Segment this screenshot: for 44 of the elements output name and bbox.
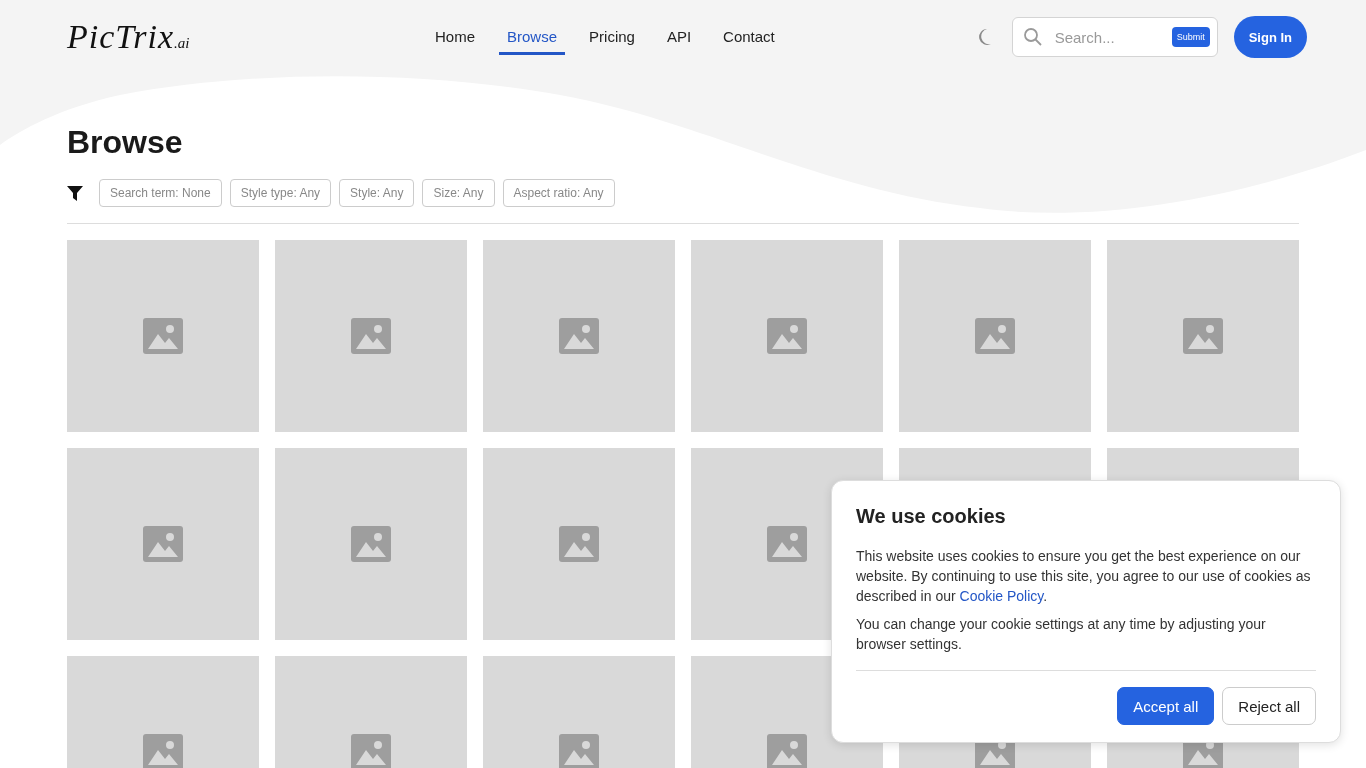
nav-link[interactable]: Home bbox=[427, 19, 483, 55]
filter-chip[interactable]: Style: Any bbox=[339, 179, 415, 207]
accept-button[interactable]: Accept all bbox=[1117, 687, 1215, 725]
image-icon bbox=[767, 318, 807, 354]
image-icon bbox=[767, 526, 807, 562]
image-placeholder[interactable] bbox=[899, 240, 1091, 432]
image-placeholder[interactable] bbox=[1107, 240, 1299, 432]
filter-icon[interactable] bbox=[67, 185, 83, 201]
image-icon bbox=[143, 318, 183, 354]
nav-link[interactable]: Contact bbox=[715, 19, 783, 55]
image-placeholder[interactable] bbox=[275, 240, 467, 432]
image-icon bbox=[975, 318, 1015, 354]
filter-chip[interactable]: Aspect ratio: Any bbox=[502, 179, 615, 207]
image-placeholder[interactable] bbox=[483, 240, 675, 432]
image-placeholder[interactable] bbox=[483, 448, 675, 640]
image-icon bbox=[1183, 318, 1223, 354]
reject-button[interactable]: Reject all bbox=[1222, 687, 1316, 725]
cookie-text: You can change your cookie settings at any time by adjusting your browser settings. bbox=[856, 615, 1267, 654]
submit-button[interactable]: Submit bbox=[1171, 27, 1210, 47]
nav-link[interactable]: Browse bbox=[499, 19, 566, 55]
logo[interactable]: PicTrix.ai bbox=[67, 18, 367, 56]
filter-chip[interactable]: Size: Any bbox=[422, 179, 495, 207]
image-icon bbox=[143, 734, 183, 768]
cookie-text: This website uses cookies to ensure you get the best experience on our website. By continuing to use this site, you agree to our use of cookies as described in our Cookie Policy. bbox=[856, 547, 1312, 606]
page-title: Browse bbox=[67, 123, 184, 162]
image-placeholder[interactable] bbox=[67, 448, 259, 640]
filter-chip[interactable]: Search term: None bbox=[99, 179, 222, 207]
image-icon bbox=[559, 526, 599, 562]
image-placeholder[interactable] bbox=[275, 448, 467, 640]
nav-link[interactable]: Pricing bbox=[581, 19, 643, 55]
image-icon bbox=[351, 318, 391, 354]
image-placeholder[interactable] bbox=[67, 240, 259, 432]
image-icon bbox=[143, 526, 183, 562]
search-field[interactable]: Search... Submit bbox=[1011, 17, 1218, 57]
filter-chip[interactable]: Style type: Any bbox=[229, 179, 332, 207]
image-placeholder[interactable] bbox=[691, 240, 883, 432]
image-icon bbox=[351, 526, 391, 562]
image-icon bbox=[559, 318, 599, 354]
image-icon bbox=[351, 734, 391, 768]
search-icon bbox=[1022, 27, 1043, 47]
image-icon bbox=[767, 734, 807, 768]
image-icon bbox=[559, 734, 599, 768]
nav-link[interactable]: API bbox=[658, 19, 700, 55]
cookie-title: We use cookies bbox=[856, 505, 1007, 528]
